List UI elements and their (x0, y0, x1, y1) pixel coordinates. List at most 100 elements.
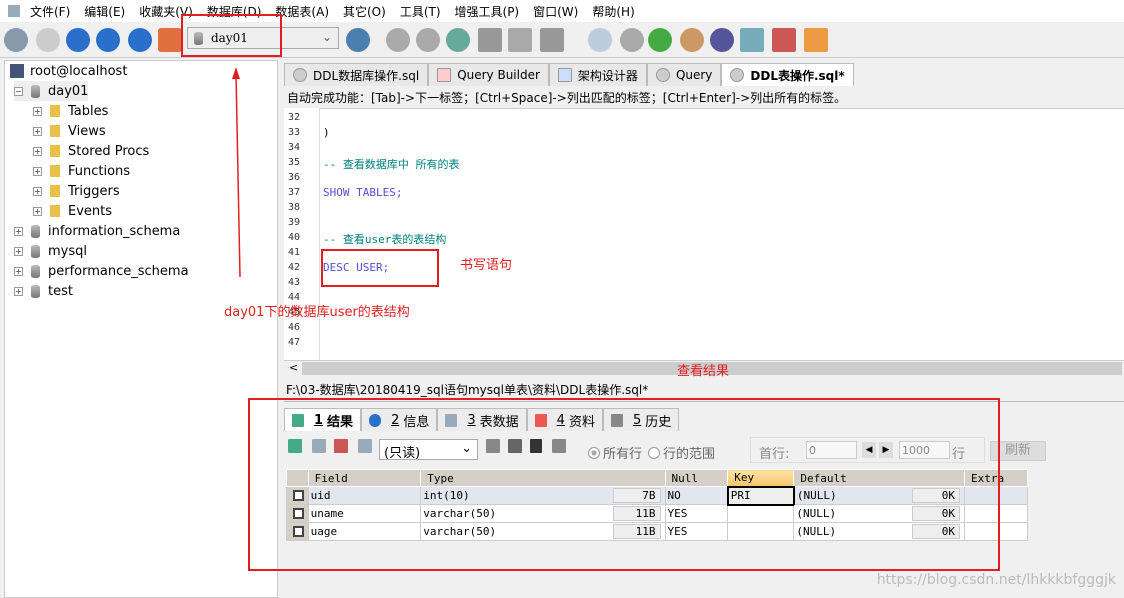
table-calc-icon[interactable] (508, 28, 532, 52)
line-number: 32 (288, 112, 301, 123)
execute-edit-icon[interactable] (128, 28, 152, 52)
toolbar (0, 22, 1124, 58)
tree-db-information-schema[interactable]: + information_schema (14, 221, 180, 241)
expand-icon[interactable]: + (33, 186, 42, 196)
node-label: Functions (68, 163, 131, 179)
query-icon (655, 68, 670, 82)
tree-db-test[interactable]: + test (14, 281, 73, 301)
server-icon (10, 64, 24, 78)
expand-icon[interactable]: + (33, 166, 42, 176)
menu-powertools[interactable]: 增强工具(P) (455, 3, 520, 20)
menu-help[interactable]: 帮助(H) (592, 3, 634, 20)
line-number: 37 (288, 187, 301, 198)
line-number: 46 (288, 322, 301, 333)
tab-label: 架构设计器 (577, 68, 638, 83)
code-line[interactable]: SHOW TABLES; (323, 186, 402, 199)
user-icon[interactable] (346, 28, 370, 52)
menu-window[interactable]: 窗口(W) (533, 3, 578, 20)
menu-file[interactable]: 文件(F) (30, 3, 70, 20)
tree-functions[interactable]: + Functions (33, 161, 130, 181)
annotation-box-db (181, 14, 282, 57)
tree-events[interactable]: + Events (33, 201, 112, 221)
migrate-icon[interactable] (680, 28, 704, 52)
app-icon (8, 5, 20, 17)
tab-label: Query (675, 68, 713, 82)
folder-icon (50, 105, 60, 117)
copy-table-icon[interactable] (540, 28, 564, 52)
folder-icon (50, 185, 60, 197)
database-icon (31, 84, 40, 98)
tab-query-builder[interactable]: Query Builder (428, 63, 549, 86)
expand-icon[interactable]: + (14, 286, 23, 296)
import-icon[interactable] (446, 28, 470, 52)
grid-icon[interactable] (772, 28, 796, 52)
tab-query[interactable]: Query (646, 63, 722, 86)
expand-icon[interactable]: + (33, 206, 42, 216)
scroll-left-icon[interactable]: < (289, 361, 298, 374)
database-icon (31, 284, 40, 298)
tree-db-performance-schema[interactable]: + performance_schema (14, 261, 189, 281)
restore-icon[interactable] (416, 28, 440, 52)
database-icon (31, 264, 40, 278)
tab-ddl-table[interactable]: DDL表操作.sql* (721, 63, 854, 86)
check-icon[interactable] (588, 28, 612, 52)
database-icon (31, 224, 40, 238)
menu-tools[interactable]: 工具(T) (400, 3, 441, 20)
line-number: 41 (288, 247, 301, 258)
expand-icon[interactable]: + (33, 146, 42, 156)
shapes-icon[interactable] (158, 28, 182, 52)
expand-icon[interactable]: + (33, 126, 42, 136)
line-number: 42 (288, 262, 301, 273)
db-label: test (48, 283, 73, 299)
tab-label: DDL数据库操作.sql (313, 68, 420, 83)
menu-other[interactable]: 其它(O) (343, 3, 386, 20)
annotation-result-note: 查看结果 (677, 364, 730, 379)
tree-triggers[interactable]: + Triggers (33, 181, 120, 201)
new-query-icon[interactable] (36, 28, 60, 52)
line-number: 34 (288, 142, 301, 153)
tab-schema-designer[interactable]: 架构设计器 (548, 63, 647, 86)
schedule-icon[interactable] (710, 28, 734, 52)
line-number: 40 (288, 232, 301, 243)
code-line[interactable]: -- 查看数据库中 所有的表 (323, 156, 460, 172)
table-icon[interactable] (478, 28, 502, 52)
chevron-down-icon: ⌄ (321, 30, 332, 44)
menu-table[interactable]: 数据表(A) (275, 3, 329, 20)
autocomplete-hint: 自动完成功能：[Tab]->下一标签；[Ctrl+Space]->列出匹配的标签… (284, 86, 1124, 108)
execute-icon[interactable] (66, 28, 90, 52)
expand-icon[interactable]: + (33, 106, 42, 116)
node-label: Views (68, 123, 106, 139)
annotation-box-sql (321, 249, 439, 287)
tree-db-mysql[interactable]: + mysql (14, 241, 87, 261)
backup-icon[interactable] (386, 28, 410, 52)
execute-all-icon[interactable] (96, 28, 120, 52)
db-label: day01 (48, 83, 89, 99)
report-icon[interactable] (740, 28, 764, 52)
code-line[interactable]: -- 查看user表的表结构 (323, 231, 446, 247)
menu-edit[interactable]: 编辑(E) (84, 3, 125, 20)
db-label: performance_schema (48, 263, 189, 279)
compare-icon[interactable] (648, 28, 672, 52)
line-number: 35 (288, 157, 301, 168)
tree-tables[interactable]: + Tables (33, 101, 108, 121)
tree-connection[interactable]: root@localhost (10, 61, 127, 81)
db-sync-icon[interactable] (620, 28, 644, 52)
query-builder-icon (437, 68, 452, 82)
expand-icon[interactable]: + (14, 266, 23, 276)
collapse-icon[interactable]: − (14, 86, 23, 96)
new-connection-icon[interactable] (4, 28, 28, 52)
tree-stored-procs[interactable]: + Stored Procs (33, 141, 149, 161)
expand-icon[interactable]: + (14, 246, 23, 256)
code-line[interactable]: ) (323, 126, 330, 139)
database-icon (31, 244, 40, 258)
schema-icon[interactable] (804, 28, 828, 52)
line-number: 33 (288, 127, 301, 138)
expand-icon[interactable]: + (14, 226, 23, 236)
db-label: mysql (48, 243, 87, 259)
line-number: 36 (288, 172, 301, 183)
line-number: 43 (288, 277, 301, 288)
file-path: F:\03-数据库\20180419_sql语句mysql单表\资料\DDL表操… (286, 383, 649, 397)
tab-ddl-database[interactable]: DDL数据库操作.sql (284, 63, 429, 86)
tree-db-day01[interactable]: − day01 (14, 81, 89, 101)
tree-views[interactable]: + Views (33, 121, 106, 141)
